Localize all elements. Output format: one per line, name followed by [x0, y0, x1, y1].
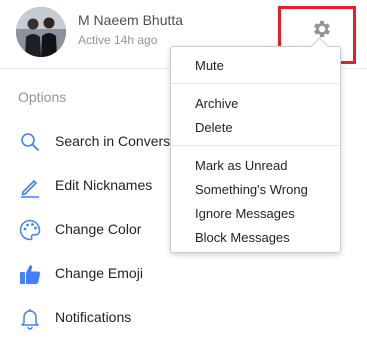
palette-icon	[18, 218, 42, 242]
option-label: Notifications	[55, 309, 132, 325]
option-search[interactable]: Search in Conversa	[0, 122, 178, 162]
settings-menu: Mute Archive Delete Mark as Unread Somet…	[170, 37, 341, 253]
option-change-emoji[interactable]: Change Emoji	[0, 254, 170, 294]
contact-name[interactable]: M Naeem Bhutta	[78, 12, 183, 28]
menu-item-something-wrong[interactable]: Something's Wrong	[171, 177, 340, 201]
option-label: Search in Conversa	[55, 133, 178, 149]
menu-divider	[171, 83, 340, 84]
option-label: Edit Nicknames	[55, 177, 153, 193]
menu-item-label: Delete	[195, 120, 233, 135]
avatar[interactable]	[16, 7, 66, 57]
active-status: Active 14h ago	[78, 33, 158, 47]
menu-item-label: Mark as Unread	[195, 158, 288, 173]
option-edit-nicknames[interactable]: Edit Nicknames	[0, 166, 170, 206]
menu-item-label: Ignore Messages	[195, 206, 295, 221]
options-title: Options	[18, 89, 67, 105]
menu-item-label: Archive	[195, 96, 239, 111]
search-icon	[18, 130, 42, 154]
menu-item-ignore-messages[interactable]: Ignore Messages	[171, 201, 340, 225]
option-label: Change Emoji	[55, 265, 143, 281]
menu-item-delete[interactable]: Delete	[171, 115, 340, 139]
menu-item-label: Block Messages	[195, 230, 290, 245]
menu-item-mute[interactable]: Mute	[171, 53, 340, 77]
thumbs-up-icon	[18, 262, 42, 286]
pencil-icon	[18, 174, 42, 198]
menu-item-label: Mute	[195, 58, 224, 73]
menu-item-block-messages[interactable]: Block Messages	[171, 225, 340, 249]
option-change-color[interactable]: Change Color	[0, 210, 170, 250]
menu-item-archive[interactable]: Archive	[171, 91, 340, 115]
option-notifications[interactable]: Notifications	[0, 298, 170, 338]
menu-item-mark-unread[interactable]: Mark as Unread	[171, 153, 340, 177]
option-label: Change Color	[55, 221, 142, 237]
bell-icon	[18, 306, 42, 330]
menu-divider	[171, 145, 340, 146]
menu-item-label: Something's Wrong	[195, 182, 308, 197]
